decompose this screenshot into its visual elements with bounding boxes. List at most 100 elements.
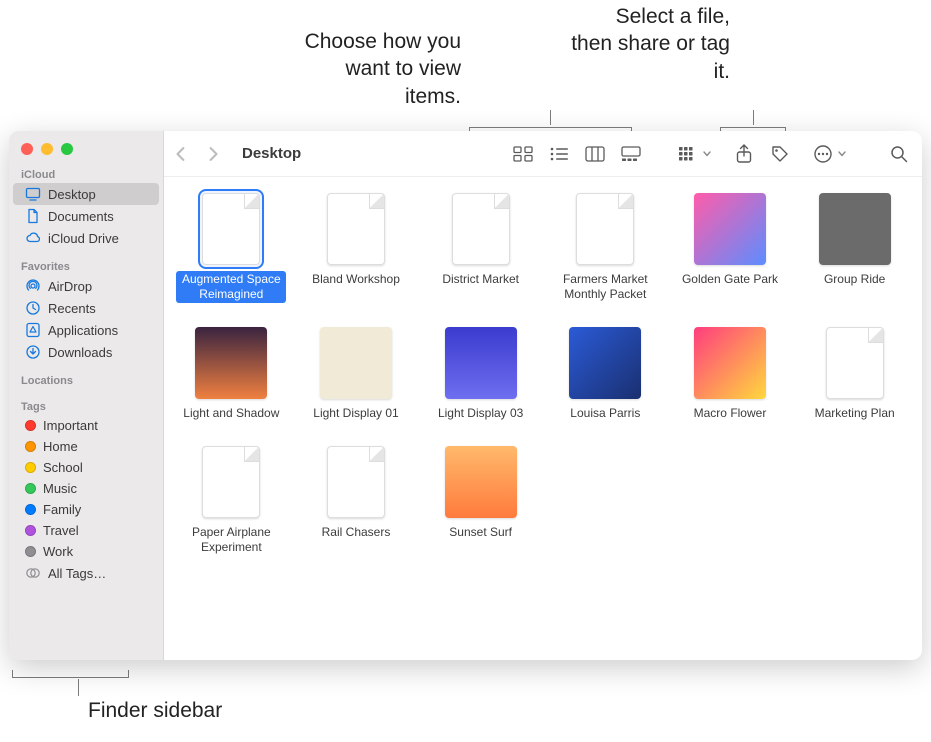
view-switcher (506, 141, 648, 167)
file-thumbnail (819, 193, 891, 265)
clock-icon (25, 300, 41, 316)
back-button[interactable] (174, 147, 188, 161)
sidebar-item-tag-work[interactable]: Work (13, 541, 159, 562)
sidebar-item-applications[interactable]: Applications (13, 319, 159, 341)
window-title: Desktop (242, 145, 301, 162)
desktop-icon (25, 186, 41, 202)
file-item[interactable]: Group Ride (797, 193, 912, 303)
window-controls (9, 137, 163, 165)
sidebar-item-tag-music[interactable]: Music (13, 478, 159, 499)
finder-window: iCloudDesktopDocumentsiCloud DriveFavori… (9, 131, 922, 660)
callout-view-items: Choose how you want to view items. (286, 28, 461, 110)
file-item[interactable]: Bland Workshop (299, 193, 414, 303)
file-thumbnail (826, 327, 884, 399)
file-label: Louisa Parris (566, 405, 644, 422)
tag-dot-icon (25, 504, 36, 515)
file-item[interactable]: Marketing Plan (797, 327, 912, 422)
file-item[interactable]: Farmers Market Monthly Packet (548, 193, 663, 303)
sidebar-item-tag-all[interactable]: All Tags… (13, 562, 159, 584)
file-thumbnail (320, 327, 392, 399)
sidebar-item-label: AirDrop (48, 279, 92, 294)
file-label: District Market (438, 271, 523, 288)
callout-finder-sidebar: Finder sidebar (88, 697, 222, 724)
file-item[interactable]: Paper Airplane Experiment (174, 446, 289, 556)
file-item[interactable]: Louisa Parris (548, 327, 663, 422)
file-label: Group Ride (820, 271, 889, 288)
more-actions-button[interactable] (813, 144, 846, 164)
finder-sidebar: iCloudDesktopDocumentsiCloud DriveFavori… (9, 131, 164, 660)
toolbar: Desktop (164, 131, 922, 177)
tag-dot-icon (25, 462, 36, 473)
apps-icon (25, 322, 41, 338)
file-item[interactable]: Golden Gate Park (673, 193, 788, 303)
file-thumbnail (202, 446, 260, 518)
file-label: Golden Gate Park (678, 271, 782, 288)
sidebar-item-desktop[interactable]: Desktop (13, 183, 159, 205)
search-button[interactable] (888, 145, 910, 163)
file-thumbnail (445, 446, 517, 518)
finder-main: Desktop (164, 131, 922, 660)
doc-icon (25, 208, 41, 224)
file-item[interactable]: Light and Shadow (174, 327, 289, 422)
callout-sidebar-connector (78, 679, 79, 696)
sidebar-item-tag-family[interactable]: Family (13, 499, 159, 520)
file-item[interactable]: District Market (423, 193, 538, 303)
tag-button[interactable] (769, 145, 791, 163)
tag-dot-icon (25, 441, 36, 452)
list-view-button[interactable] (548, 145, 570, 163)
tag-dot-icon (25, 483, 36, 494)
sidebar-item-iclouddrive[interactable]: iCloud Drive (13, 227, 159, 249)
file-label: Macro Flower (690, 405, 771, 422)
sidebar-item-label: Downloads (48, 345, 112, 360)
file-item[interactable]: Sunset Surf (423, 446, 538, 556)
tag-dot-icon (25, 525, 36, 536)
file-item[interactable]: Rail Chasers (299, 446, 414, 556)
sidebar-item-recents[interactable]: Recents (13, 297, 159, 319)
sidebar-section-title: Locations (9, 371, 163, 389)
file-item[interactable]: Macro Flower (673, 327, 788, 422)
maximize-button[interactable] (61, 143, 73, 155)
file-thumbnail (569, 327, 641, 399)
sidebar-item-label: iCloud Drive (48, 231, 119, 246)
file-thumbnail (694, 193, 766, 265)
callout-sidebar-bracket (12, 670, 129, 678)
file-label: Rail Chasers (318, 524, 395, 541)
sidebar-section-title: Tags (9, 397, 163, 415)
file-thumbnail (694, 327, 766, 399)
file-label: Light Display 03 (434, 405, 527, 422)
minimize-button[interactable] (41, 143, 53, 155)
file-thumbnail (327, 446, 385, 518)
file-item[interactable]: Augmented Space Reimagined (174, 193, 289, 303)
file-label: Farmers Market Monthly Packet (550, 271, 660, 303)
sidebar-item-tag-travel[interactable]: Travel (13, 520, 159, 541)
group-by-button[interactable] (678, 146, 711, 162)
file-item[interactable]: Light Display 01 (299, 327, 414, 422)
forward-button[interactable] (206, 147, 220, 161)
sidebar-item-airdrop[interactable]: AirDrop (13, 275, 159, 297)
share-button[interactable] (733, 145, 755, 163)
close-button[interactable] (21, 143, 33, 155)
sidebar-item-label: Music (43, 481, 77, 496)
sidebar-item-tag-school[interactable]: School (13, 457, 159, 478)
airdrop-icon (25, 278, 41, 294)
file-thumbnail (445, 327, 517, 399)
tag-dot-icon (25, 546, 36, 557)
gallery-view-button[interactable] (620, 145, 642, 163)
sidebar-item-tag-home[interactable]: Home (13, 436, 159, 457)
file-thumbnail (195, 327, 267, 399)
column-view-button[interactable] (584, 145, 606, 163)
file-item[interactable]: Light Display 03 (423, 327, 538, 422)
file-label: Augmented Space Reimagined (176, 271, 286, 303)
icon-view-button[interactable] (512, 145, 534, 163)
sidebar-item-downloads[interactable]: Downloads (13, 341, 159, 363)
sidebar-item-label: Home (43, 439, 78, 454)
sidebar-item-documents[interactable]: Documents (13, 205, 159, 227)
file-label: Paper Airplane Experiment (176, 524, 286, 556)
downloads-icon (25, 344, 41, 360)
callout-view-connector (550, 110, 551, 125)
sidebar-item-label: Travel (43, 523, 79, 538)
cloud-icon (25, 230, 41, 246)
all-tags-icon (25, 565, 41, 581)
files-grid: Augmented Space Reimagined Bland Workshop… (164, 177, 922, 572)
sidebar-item-tag-important[interactable]: Important (13, 415, 159, 436)
